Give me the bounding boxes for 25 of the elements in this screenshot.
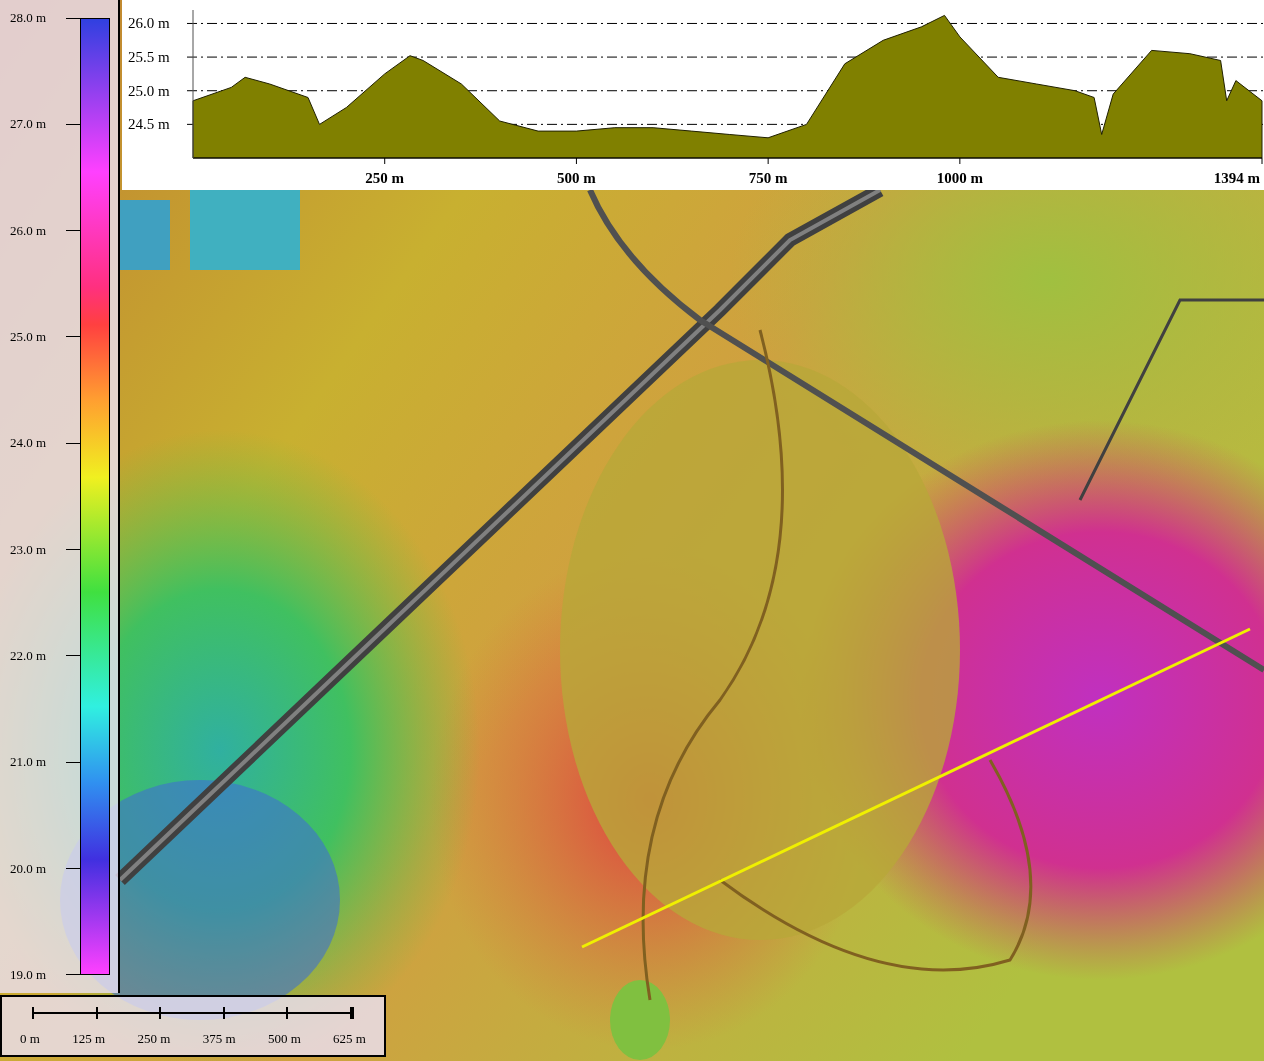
legend-label: 26.0 m bbox=[10, 222, 48, 239]
scale-label: 625 m bbox=[333, 1031, 366, 1047]
legend-label: 19.0 m bbox=[10, 966, 48, 983]
legend-label: 27.0 m bbox=[10, 116, 48, 133]
y-axis-label: 25.0 m bbox=[128, 82, 170, 99]
legend-label: 24.0 m bbox=[10, 435, 48, 452]
legend-label: 20.0 m bbox=[10, 860, 48, 877]
scale-label: 250 m bbox=[137, 1031, 171, 1047]
legend-label: 25.0 m bbox=[10, 329, 48, 345]
scale-label: 500 m bbox=[267, 1031, 301, 1047]
x-axis-label: 250 m bbox=[365, 170, 405, 186]
y-axis-label: 24.5 m bbox=[128, 116, 170, 133]
legend-label: 21.0 m bbox=[10, 754, 48, 771]
legend-label: 22.0 m bbox=[10, 647, 48, 664]
y-axis-label: 26.0 m bbox=[128, 15, 170, 32]
x-axis-label: 1000 m bbox=[936, 170, 983, 186]
x-axis-label: 750 m bbox=[748, 170, 788, 186]
x-axis-label: 500 m bbox=[557, 170, 596, 186]
legend-label: 28.0 m bbox=[10, 10, 48, 26]
x-axis-label: 1394 m bbox=[1213, 170, 1260, 186]
y-axis-label: 25.5 m bbox=[128, 49, 170, 66]
scale-label: 125 m bbox=[72, 1031, 106, 1047]
scale-label: 375 m bbox=[202, 1031, 236, 1047]
scale-label: 0 m bbox=[20, 1031, 40, 1047]
legend-label: 23.0 m bbox=[10, 541, 48, 558]
